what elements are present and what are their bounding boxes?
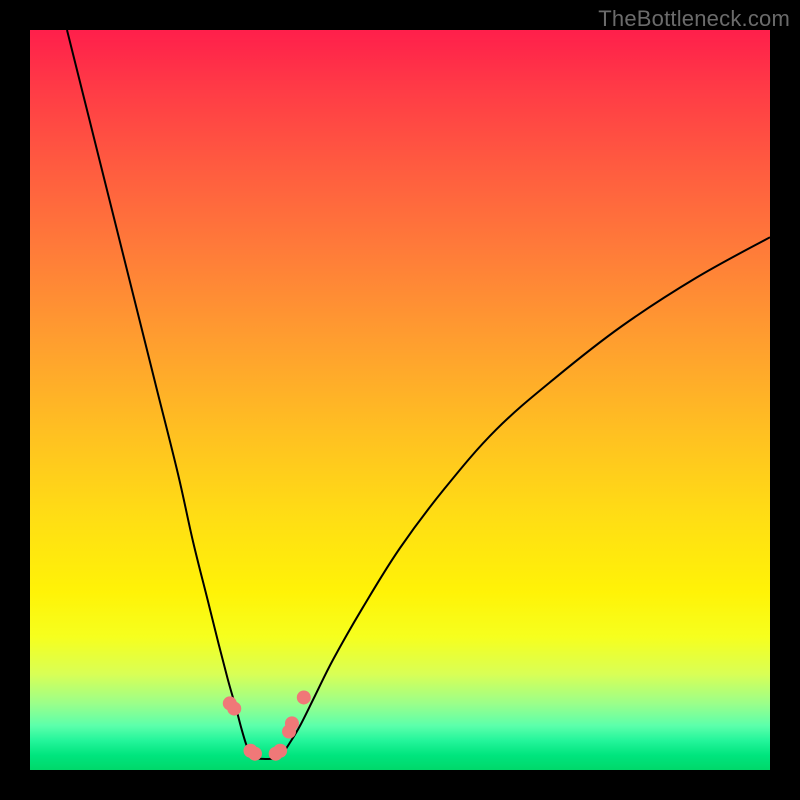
curve-right-branch bbox=[282, 237, 770, 755]
watermark-text: TheBottleneck.com bbox=[598, 6, 790, 32]
data-markers bbox=[223, 690, 311, 760]
chart-svg bbox=[30, 30, 770, 770]
plot-area bbox=[30, 30, 770, 770]
data-marker bbox=[227, 702, 241, 716]
data-marker bbox=[297, 690, 311, 704]
data-marker bbox=[248, 747, 262, 761]
curve-left-branch bbox=[67, 30, 251, 755]
chart-frame: TheBottleneck.com bbox=[0, 0, 800, 800]
data-marker bbox=[273, 744, 287, 758]
data-marker bbox=[285, 716, 299, 730]
